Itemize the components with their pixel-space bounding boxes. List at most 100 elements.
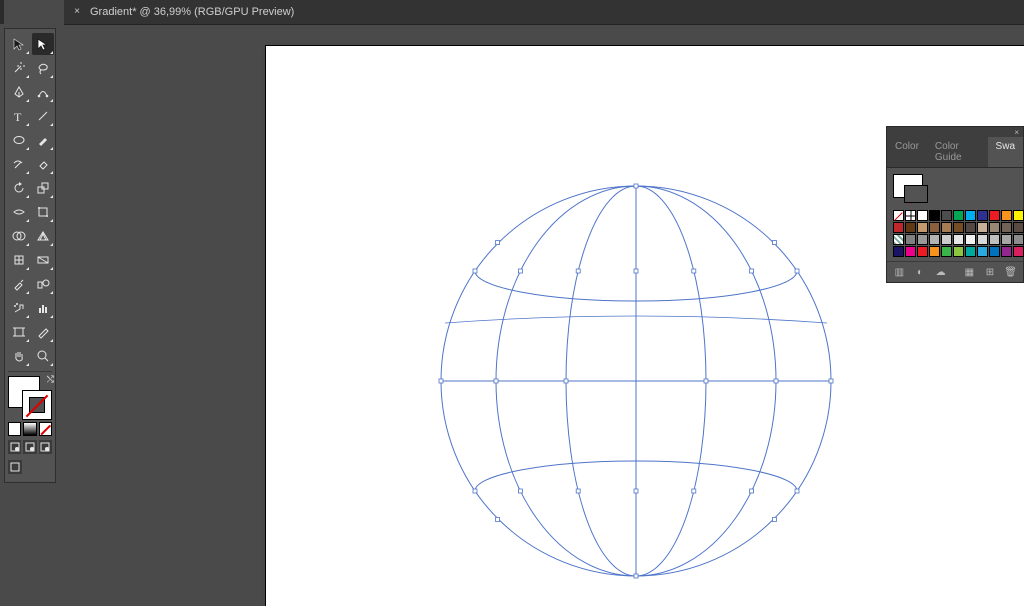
swatch-color[interactable]	[977, 234, 988, 245]
document-tab-title: Gradient* @ 36,99% (RGB/GPU Preview)	[90, 6, 294, 18]
color-mode-none[interactable]	[39, 422, 52, 436]
swatch-color[interactable]	[905, 234, 916, 245]
swatch-color[interactable]	[905, 246, 916, 257]
swap-fill-stroke-icon[interactable]: ⤭	[47, 374, 54, 385]
scale-tool[interactable]	[32, 177, 54, 199]
swatch-color[interactable]	[941, 234, 952, 245]
swatch-color[interactable]	[1013, 246, 1024, 257]
swatch-color[interactable]	[929, 234, 940, 245]
type-tool[interactable]: T	[8, 105, 30, 127]
color-mode-gradient[interactable]	[23, 422, 36, 436]
ellipse-tool[interactable]	[8, 129, 30, 151]
swatch-color[interactable]	[929, 210, 940, 221]
swatch-color[interactable]	[989, 222, 1000, 233]
free-transform-tool[interactable]	[32, 201, 54, 223]
swatch-color[interactable]	[1001, 234, 1012, 245]
pen-tool[interactable]	[8, 81, 30, 103]
rotate-tool[interactable]	[8, 177, 30, 199]
swatch-color[interactable]	[977, 222, 988, 233]
panel-tab-swatches[interactable]: Swa	[988, 137, 1023, 167]
color-mode-solid[interactable]	[8, 422, 21, 436]
swatch-color[interactable]	[941, 210, 952, 221]
swatch-color[interactable]	[941, 246, 952, 257]
swatch-color[interactable]	[977, 210, 988, 221]
swatch-color[interactable]	[953, 234, 964, 245]
shaper-tool[interactable]	[8, 153, 30, 175]
swatch-color[interactable]	[929, 222, 940, 233]
hand-tool[interactable]	[8, 345, 30, 367]
shape-builder-tool[interactable]	[8, 225, 30, 247]
draw-inside[interactable]	[39, 440, 52, 454]
swatch-color[interactable]	[917, 210, 928, 221]
swatch-none[interactable]	[893, 210, 904, 221]
swatch-color[interactable]	[1013, 222, 1024, 233]
swatch-color[interactable]	[917, 222, 928, 233]
swatch-color[interactable]	[1001, 246, 1012, 257]
new-swatch-icon[interactable]: ⊞	[984, 265, 997, 279]
show-kinds-icon[interactable]: ◐	[914, 265, 927, 279]
document-tab[interactable]: × Gradient* @ 36,99% (RGB/GPU Preview)	[64, 0, 308, 24]
swatch-color[interactable]	[1013, 234, 1024, 245]
draw-behind[interactable]	[23, 440, 36, 454]
swatch-color[interactable]	[1013, 210, 1024, 221]
draw-normal[interactable]	[8, 440, 21, 454]
swatch-color[interactable]	[989, 210, 1000, 221]
close-icon[interactable]: ×	[72, 7, 82, 17]
lasso-tool[interactable]	[32, 57, 54, 79]
swatch-color[interactable]	[1001, 222, 1012, 233]
panel-close-icon[interactable]: ×	[1014, 128, 1019, 137]
swatch-color[interactable]	[977, 246, 988, 257]
fill-stroke-indicator[interactable]: ⤭	[8, 376, 52, 420]
curvature-tool[interactable]	[32, 81, 54, 103]
mesh-tool[interactable]	[8, 249, 30, 271]
swatch-color[interactable]	[917, 246, 928, 257]
draw-mode-row	[8, 440, 52, 454]
swatch-registration[interactable]	[905, 210, 916, 221]
blend-tool[interactable]	[32, 273, 54, 295]
swatch-color[interactable]	[953, 246, 964, 257]
swatch-color[interactable]	[965, 246, 976, 257]
line-segment-tool[interactable]	[32, 105, 54, 127]
slice-tool[interactable]	[32, 321, 54, 343]
swatch-color[interactable]	[893, 246, 904, 257]
panel-footer: ▥ ◐ ☁ ▦ ⊞ 🗑	[887, 261, 1023, 282]
canvas-stage[interactable]	[64, 24, 1024, 599]
perspective-grid-tool[interactable]	[32, 225, 54, 247]
artboard-tool[interactable]	[8, 321, 30, 343]
magic-wand-tool[interactable]	[8, 57, 30, 79]
selection-tool[interactable]	[8, 33, 30, 55]
delete-swatch-icon[interactable]: 🗑	[1004, 265, 1017, 279]
swatch-pattern[interactable]	[893, 234, 904, 245]
swatch-color[interactable]	[953, 210, 964, 221]
swatch-color[interactable]	[989, 246, 1000, 257]
direct-selection-tool[interactable]	[32, 33, 54, 55]
swatch-color[interactable]	[965, 210, 976, 221]
panel-tab-color-guide[interactable]: Color Guide	[927, 137, 988, 167]
stroke-swatch[interactable]	[22, 390, 52, 420]
gradient-tool[interactable]	[32, 249, 54, 271]
zoom-tool[interactable]	[32, 345, 54, 367]
swatch-color[interactable]	[941, 222, 952, 233]
symbol-sprayer-tool[interactable]	[8, 297, 30, 319]
panel-chrome[interactable]: ×	[887, 127, 1023, 137]
paintbrush-tool[interactable]	[32, 129, 54, 151]
swatch-color[interactable]	[905, 222, 916, 233]
swatch-color[interactable]	[965, 222, 976, 233]
swatch-color[interactable]	[1001, 210, 1012, 221]
swatch-color[interactable]	[893, 222, 904, 233]
swatch-options-icon[interactable]: ☁	[934, 265, 947, 279]
swatch-libraries-menu-icon[interactable]: ▥	[893, 265, 906, 279]
column-graph-tool[interactable]	[32, 297, 54, 319]
current-fill-stroke[interactable]	[893, 174, 923, 198]
swatch-color[interactable]	[953, 222, 964, 233]
screen-mode-button[interactable]	[8, 460, 22, 474]
swatch-color[interactable]	[929, 246, 940, 257]
eyedropper-tool[interactable]	[8, 273, 30, 295]
panel-tab-color[interactable]: Color	[887, 137, 927, 167]
width-tool[interactable]	[8, 201, 30, 223]
swatch-color[interactable]	[965, 234, 976, 245]
swatch-color[interactable]	[917, 234, 928, 245]
new-color-group-icon[interactable]: ▦	[963, 265, 976, 279]
swatch-color[interactable]	[989, 234, 1000, 245]
eraser-tool[interactable]	[32, 153, 54, 175]
